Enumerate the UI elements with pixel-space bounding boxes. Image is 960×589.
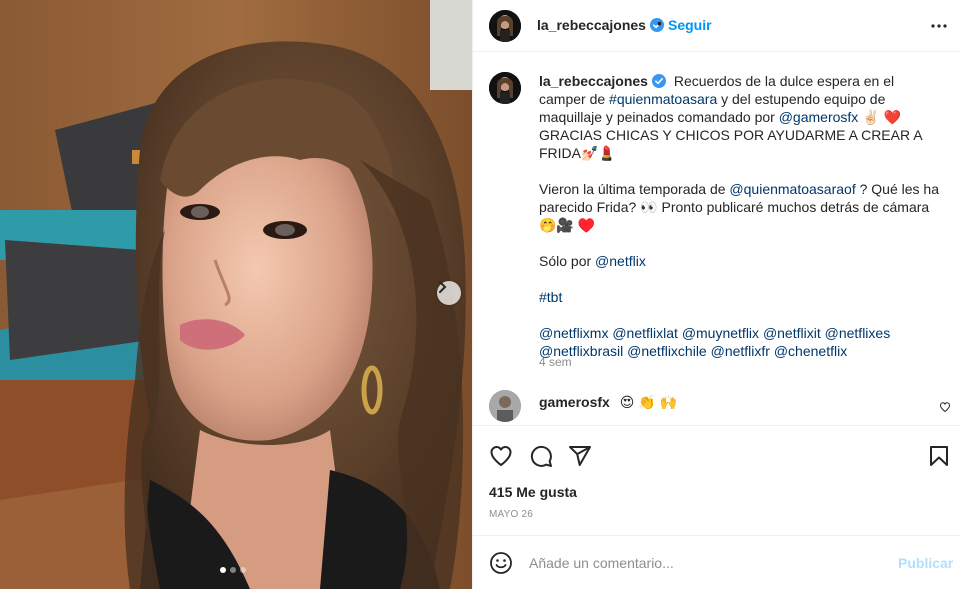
bookmark-icon[interactable] bbox=[927, 444, 951, 468]
avatar-image bbox=[489, 10, 521, 42]
selfie-photo-illustration bbox=[0, 0, 472, 589]
comment-input[interactable] bbox=[529, 551, 889, 575]
likes-count[interactable]: 415 Me gusta bbox=[489, 484, 577, 500]
emoji-icon[interactable] bbox=[489, 551, 513, 575]
mention-link[interactable]: @netflixit bbox=[763, 325, 821, 341]
caption-paragraph-2: Vieron la última temporada de @quienmato… bbox=[539, 180, 939, 234]
chevron-right-icon bbox=[439, 281, 447, 293]
post-caption: la_rebeccajones Recuerdos de la dulce es… bbox=[539, 72, 939, 378]
hashtag-link[interactable]: #quienmatoasara bbox=[609, 91, 717, 107]
caption-section: la_rebeccajones Recuerdos de la dulce es… bbox=[473, 52, 960, 380]
author-username-text[interactable]: la_rebeccajones bbox=[537, 17, 646, 33]
separator-dot: • bbox=[657, 15, 662, 31]
mention-link[interactable]: @netflixmx bbox=[539, 325, 608, 341]
caption-text: GRACIAS CHICAS Y CHICOS POR AYUDARME A C… bbox=[539, 127, 922, 161]
mention-link[interactable]: @chenetflix bbox=[774, 343, 847, 359]
caption-mentions: @netflixmx @netflixlat @muynetflix @netf… bbox=[539, 324, 939, 360]
post-actions bbox=[473, 436, 960, 476]
caption-author-avatar[interactable] bbox=[489, 72, 521, 104]
hashtag-link[interactable]: #tbt bbox=[539, 289, 562, 305]
mention-link[interactable]: @quienmatoasaraof bbox=[729, 181, 855, 197]
add-comment-bar: Publicar bbox=[473, 535, 960, 589]
mention-link[interactable]: @netflixchile bbox=[627, 343, 707, 359]
commenter-avatar[interactable] bbox=[489, 390, 521, 422]
verified-badge-icon bbox=[651, 74, 666, 88]
mention-link[interactable]: @muynetflix bbox=[682, 325, 759, 341]
carousel-dot-active bbox=[220, 567, 226, 573]
caption-text: Sólo por bbox=[539, 253, 592, 269]
share-icon[interactable] bbox=[568, 444, 592, 468]
publish-button[interactable]: Publicar bbox=[898, 555, 953, 571]
more-options-icon[interactable] bbox=[927, 16, 951, 36]
follow-button[interactable]: Seguir bbox=[668, 17, 712, 33]
mention-link[interactable]: @netflixes bbox=[825, 325, 891, 341]
caption-paragraph-3: Sólo por @netflix bbox=[539, 252, 939, 270]
caption-paragraph-4: #tbt bbox=[539, 288, 939, 306]
comment-content: gamerosfx 😍 👏 🙌 bbox=[539, 394, 677, 411]
caption-paragraph-1: la_rebeccajones Recuerdos de la dulce es… bbox=[539, 72, 939, 162]
author-username[interactable]: la_rebeccajones bbox=[537, 17, 664, 33]
comment-icon[interactable] bbox=[529, 444, 553, 468]
caption-author-username-text[interactable]: la_rebeccajones bbox=[539, 73, 648, 89]
caption-author-username[interactable]: la_rebeccajones bbox=[539, 73, 666, 89]
commenter-username[interactable]: gamerosfx bbox=[539, 394, 610, 410]
avatar-image bbox=[489, 390, 521, 422]
comment-text: 😍 👏 🙌 bbox=[619, 394, 677, 410]
carousel-dot bbox=[240, 567, 246, 573]
caption-text: Vieron la última temporada de bbox=[539, 181, 726, 197]
carousel-next-button[interactable] bbox=[437, 281, 461, 305]
caption-emoji: ✌🏻 ❤️ bbox=[862, 109, 901, 125]
caption-timestamp[interactable]: 4 sem bbox=[539, 355, 572, 369]
author-avatar[interactable] bbox=[489, 10, 521, 42]
comment-heart-icon[interactable] bbox=[939, 401, 951, 413]
avatar-image bbox=[489, 72, 521, 104]
carousel-indicator bbox=[220, 567, 246, 573]
post-details-panel: la_rebeccajones • Seguir la_rebeccajones… bbox=[472, 0, 960, 589]
post-date: MAYO 26 bbox=[489, 509, 534, 520]
mention-link[interactable]: @netflixfr bbox=[711, 343, 770, 359]
comment-item: gamerosfx 😍 👏 🙌 bbox=[473, 380, 960, 426]
carousel-dot bbox=[230, 567, 236, 573]
heart-icon[interactable] bbox=[489, 444, 513, 468]
mention-link[interactable]: @gamerosfx bbox=[779, 109, 859, 125]
post-photo[interactable] bbox=[0, 0, 472, 589]
post-header: la_rebeccajones • Seguir bbox=[473, 0, 960, 52]
mention-link[interactable]: @netflixlat bbox=[612, 325, 678, 341]
mention-link[interactable]: @netflix bbox=[595, 253, 646, 269]
